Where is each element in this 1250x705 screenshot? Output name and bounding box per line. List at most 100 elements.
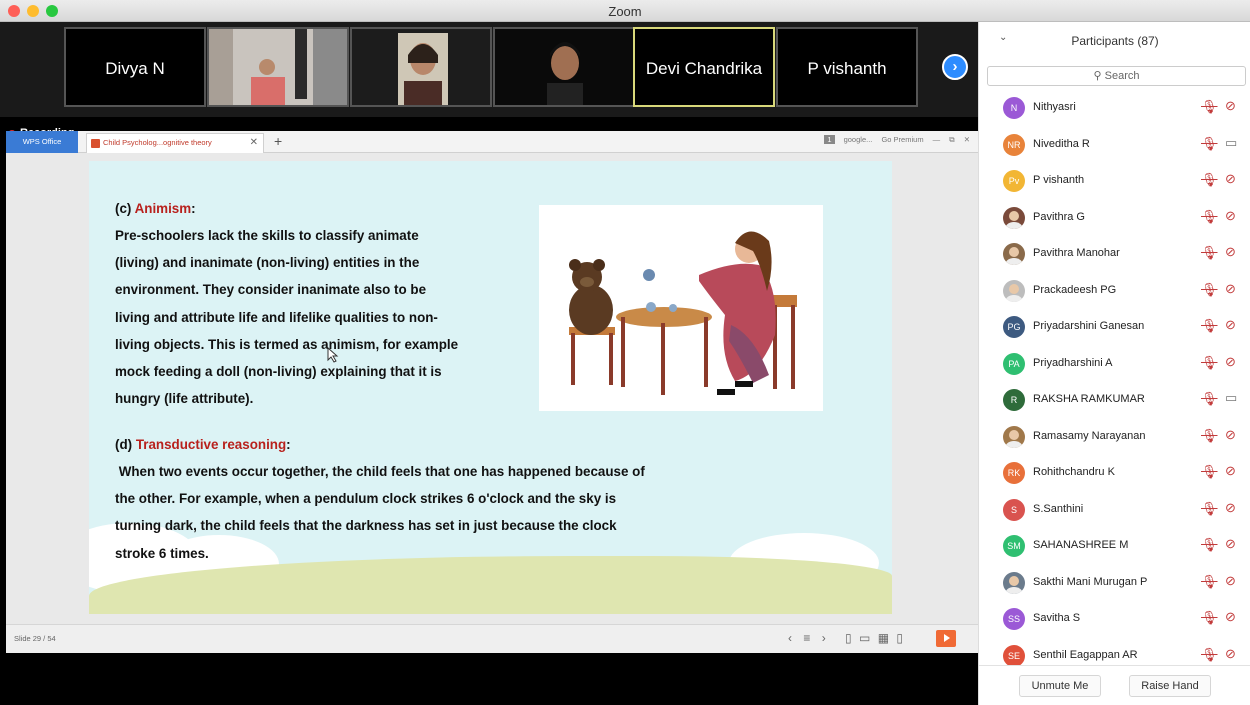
mic-muted-icon[interactable]: 🎙︎: [1201, 610, 1218, 626]
raise-hand-button[interactable]: Raise Hand: [1129, 675, 1211, 697]
video-on-icon[interactable]: ▭: [1225, 135, 1237, 151]
participant-row[interactable]: Sakthi Mani Murugan P 🎙︎ ⊘: [979, 565, 1250, 602]
participant-row[interactable]: S S.Santhini 🎙︎ ⊘: [979, 492, 1250, 529]
transductive-body: When two events occur together, the chil…: [115, 458, 645, 567]
mic-muted-icon[interactable]: 🎙︎: [1201, 537, 1218, 553]
normal-view-icon[interactable]: ▭: [859, 631, 870, 645]
mic-muted-icon[interactable]: 🎙︎: [1201, 136, 1218, 152]
video-off-icon[interactable]: ⊘: [1225, 609, 1236, 625]
avatar: SE: [1003, 644, 1025, 665]
previous-slide-icon[interactable]: ‹: [788, 631, 792, 645]
video-off-icon[interactable]: ⊘: [1225, 171, 1236, 187]
participant-row[interactable]: SE Senthil Eagappan AR 🎙︎ ⊘: [979, 638, 1250, 665]
search-icon: ⚲: [1093, 70, 1102, 82]
list-view-icon[interactable]: ≡: [803, 631, 810, 645]
restore-icon[interactable]: ⧉: [949, 135, 954, 144]
video-off-icon[interactable]: ⊘: [1225, 573, 1236, 589]
participant-row[interactable]: SS Savitha S 🎙︎ ⊘: [979, 601, 1250, 638]
page-indicator[interactable]: 1: [824, 135, 835, 144]
video-off-icon[interactable]: ⊘: [1225, 208, 1236, 224]
participant-video: [352, 29, 490, 105]
participant-row[interactable]: PA Priyadharshini A 🎙︎ ⊘: [979, 346, 1250, 383]
mic-muted-icon[interactable]: 🎙︎: [1201, 428, 1218, 444]
video-off-icon[interactable]: ⊘: [1225, 463, 1236, 479]
avatar: N: [1003, 97, 1025, 119]
text-line: living and attribute life and lifelike q…: [115, 309, 438, 325]
video-off-icon[interactable]: ⊘: [1225, 646, 1236, 662]
play-slideshow-button[interactable]: [936, 630, 956, 647]
video-off-icon[interactable]: ⊘: [1225, 354, 1236, 370]
video-tile-1[interactable]: Divya N: [64, 27, 206, 107]
mic-muted-icon[interactable]: 🎙︎: [1201, 99, 1218, 115]
wps-home-tab[interactable]: WPS Office: [6, 131, 78, 153]
video-on-icon[interactable]: ▭: [1225, 390, 1237, 406]
video-gallery-strip: Divya N Devi Chandrika P vishanth ›: [0, 22, 978, 117]
slide-image: [539, 205, 823, 411]
mic-muted-icon[interactable]: 🎙︎: [1201, 209, 1218, 225]
avatar: SM: [1003, 535, 1025, 557]
video-tile-4[interactable]: [493, 27, 635, 107]
reading-view-icon[interactable]: ▯: [896, 631, 903, 645]
participant-row[interactable]: RK Rohithchandru K 🎙︎ ⊘: [979, 455, 1250, 492]
text-line: turning dark, the child feels that the d…: [115, 518, 617, 534]
avatar: SS: [1003, 608, 1025, 630]
animism-title: Animism: [134, 201, 192, 216]
participant-row[interactable]: Pavithra G 🎙︎ ⊘: [979, 200, 1250, 237]
video-off-icon[interactable]: ⊘: [1225, 244, 1236, 260]
video-off-icon[interactable]: ⊘: [1225, 281, 1236, 297]
mic-muted-icon[interactable]: 🎙︎: [1201, 355, 1218, 371]
participant-row[interactable]: Prackadeesh PG 🎙︎ ⊘: [979, 273, 1250, 310]
mic-muted-icon[interactable]: 🎙︎: [1201, 391, 1218, 407]
document-tab-title: Child Psycholog...ognitive theory: [103, 138, 212, 147]
participant-name: Pavithra Manohar: [1033, 247, 1120, 259]
participant-name: S.Santhini: [1033, 502, 1084, 515]
video-tile-6[interactable]: P vishanth: [776, 27, 918, 107]
notes-view-icon[interactable]: ▯: [845, 631, 852, 645]
minimize-icon[interactable]: —: [933, 135, 941, 144]
participant-name: Devi Chandrika: [645, 59, 763, 78]
text-line: Pre-schoolers lack the skills to classif…: [115, 228, 419, 243]
video-off-icon[interactable]: ⊘: [1225, 427, 1236, 443]
video-off-icon[interactable]: ⊘: [1225, 500, 1236, 516]
wps-status-bar: Slide 29 / 54 ‹ ≡ › ▯ ▭ ▦ ▯: [6, 624, 978, 653]
participant-row[interactable]: Pv P vishanth 🎙︎ ⊘: [979, 163, 1250, 200]
video-off-icon[interactable]: ⊘: [1225, 536, 1236, 552]
video-off-icon[interactable]: ⊘: [1225, 98, 1236, 114]
participant-row[interactable]: N Nithyasri 🎙︎ ⊘: [979, 90, 1250, 127]
participant-row[interactable]: Ramasamy Narayanan 🎙︎ ⊘: [979, 419, 1250, 456]
go-premium-button[interactable]: Go Premium: [881, 135, 923, 144]
next-slide-icon[interactable]: ›: [822, 631, 826, 645]
chevron-right-icon[interactable]: ›: [942, 54, 968, 80]
avatar-photo: [1003, 206, 1025, 229]
participant-row[interactable]: PG Priyadarshini Ganesan 🎙︎ ⊘: [979, 309, 1250, 346]
video-off-icon[interactable]: ⊘: [1225, 317, 1236, 333]
mic-muted-icon[interactable]: 🎙︎: [1201, 282, 1218, 298]
mic-muted-icon[interactable]: 🎙︎: [1201, 172, 1218, 188]
video-tile-2[interactable]: [207, 27, 349, 107]
close-icon[interactable]: ✕: [964, 135, 970, 144]
participants-panel: ⌄ Participants (87) ⚲ Search N Nithyasri 🎙…: [978, 22, 1250, 705]
unmute-me-button[interactable]: Unmute Me: [1019, 675, 1101, 697]
slide-sorter-icon[interactable]: ▦: [878, 631, 889, 645]
search-input[interactable]: ⚲ Search: [987, 66, 1246, 86]
avatar-photo: [1003, 243, 1025, 265]
participant-row[interactable]: NR Niveditha R 🎙︎ ▭: [979, 127, 1250, 164]
mic-muted-icon[interactable]: 🎙︎: [1201, 464, 1218, 480]
close-tab-icon[interactable]: ✕: [250, 134, 258, 152]
mic-muted-icon[interactable]: 🎙︎: [1201, 318, 1218, 334]
participant-name: P vishanth: [807, 59, 887, 78]
video-tile-5[interactable]: Devi Chandrika: [633, 27, 775, 107]
window-title: Zoom: [608, 4, 642, 19]
mic-muted-icon[interactable]: 🎙︎: [1201, 574, 1218, 590]
new-tab-button[interactable]: +: [274, 133, 282, 149]
participant-row[interactable]: SM SAHANASHREE M 🎙︎ ⊘: [979, 528, 1250, 565]
video-tile-3[interactable]: [350, 27, 492, 107]
document-tab[interactable]: Child Psycholog...ognitive theory ✕: [86, 133, 264, 153]
mic-muted-icon[interactable]: 🎙︎: [1201, 501, 1218, 517]
participant-row[interactable]: R RAKSHA RAMKUMAR 🎙︎ ▭: [979, 382, 1250, 419]
mic-muted-icon[interactable]: 🎙︎: [1201, 647, 1218, 663]
google-account-button[interactable]: google...: [844, 135, 873, 144]
participant-row[interactable]: Pavithra Manohar 🎙︎ ⊘: [979, 236, 1250, 273]
mic-muted-icon[interactable]: 🎙︎: [1201, 245, 1218, 261]
participant-name: Rohithchandru K: [1033, 466, 1115, 478]
